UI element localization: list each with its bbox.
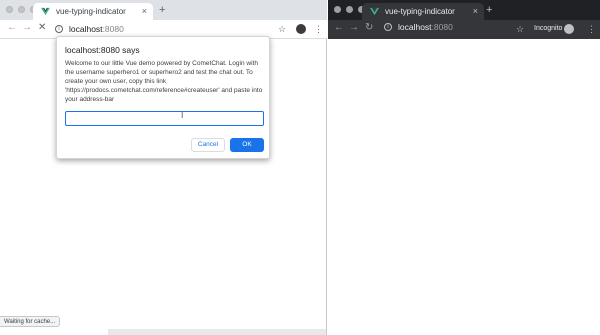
new-tab-button[interactable]: + — [486, 4, 492, 16]
info-icon[interactable]: i — [384, 23, 392, 31]
url-port: :8080 — [431, 22, 453, 32]
url-port: :8080 — [102, 24, 124, 34]
menu-kebab-icon[interactable]: ⋮ — [587, 24, 596, 35]
status-bubble: Waiting for cache... — [0, 316, 61, 327]
minimize-window-button[interactable] — [18, 6, 25, 13]
browser-tab[interactable]: vue-typing-indicator × — [362, 3, 484, 20]
browser-tab[interactable]: vue-typing-indicator × — [33, 3, 153, 20]
url-text: localhost:8080 — [69, 24, 124, 34]
incognito-icon[interactable] — [564, 24, 574, 34]
vue-logo-icon — [370, 7, 379, 16]
address-bar[interactable]: i localhost:8080 — [55, 22, 285, 36]
reload-button[interactable]: ↻ — [365, 22, 373, 33]
window-controls — [334, 6, 365, 13]
bookmark-star-icon[interactable]: ☆ — [516, 24, 524, 35]
close-tab-icon[interactable]: × — [473, 6, 478, 16]
forward-button[interactable]: → — [22, 22, 32, 33]
incognito-label[interactable]: Incognito — [534, 25, 562, 32]
address-bar[interactable]: i localhost:8080 — [384, 22, 453, 32]
tab-title: vue-typing-indicator — [385, 7, 455, 16]
back-button[interactable]: ← — [334, 22, 344, 33]
dialog-message: Welcome to our little Vue demo powered b… — [65, 60, 263, 103]
forward-button[interactable]: → — [349, 22, 359, 33]
new-tab-button[interactable]: + — [159, 4, 165, 16]
tab-title: vue-typing-indicator — [56, 7, 126, 16]
info-icon[interactable]: i — [55, 25, 63, 33]
prompt-input[interactable] — [65, 111, 264, 126]
cancel-button[interactable]: Cancel — [191, 138, 225, 152]
vue-logo-icon — [41, 7, 50, 16]
dialog-title: localhost:8080 says — [65, 45, 140, 55]
tab-strip-incognito: vue-typing-indicator × + — [328, 0, 600, 20]
left-browser-window: vue-typing-indicator × + ← → ✕ ☆ ⋮ i loc… — [0, 0, 327, 335]
close-window-button[interactable] — [6, 6, 13, 13]
menu-kebab-icon[interactable]: ⋮ — [314, 24, 323, 35]
minimize-window-button[interactable] — [346, 6, 353, 13]
right-browser-window: vue-typing-indicator × + ← → ↻ ☆ ⋮ i loc… — [328, 0, 600, 335]
close-tab-icon[interactable]: × — [142, 6, 147, 16]
url-host: localhost — [69, 24, 103, 34]
ok-button[interactable]: OK — [230, 138, 264, 152]
url-text: localhost:8080 — [398, 22, 453, 32]
url-host: localhost — [398, 22, 432, 32]
alert-dialog: localhost:8080 says Welcome to our littl… — [56, 36, 270, 159]
close-window-button[interactable] — [334, 6, 341, 13]
dock-strip — [108, 329, 326, 335]
profile-avatar[interactable] — [296, 24, 306, 34]
stop-loading-button[interactable]: ✕ — [38, 22, 46, 33]
text-cursor-icon: I — [181, 111, 184, 120]
tab-strip: vue-typing-indicator × + — [0, 0, 327, 20]
back-button[interactable]: ← — [7, 22, 17, 33]
